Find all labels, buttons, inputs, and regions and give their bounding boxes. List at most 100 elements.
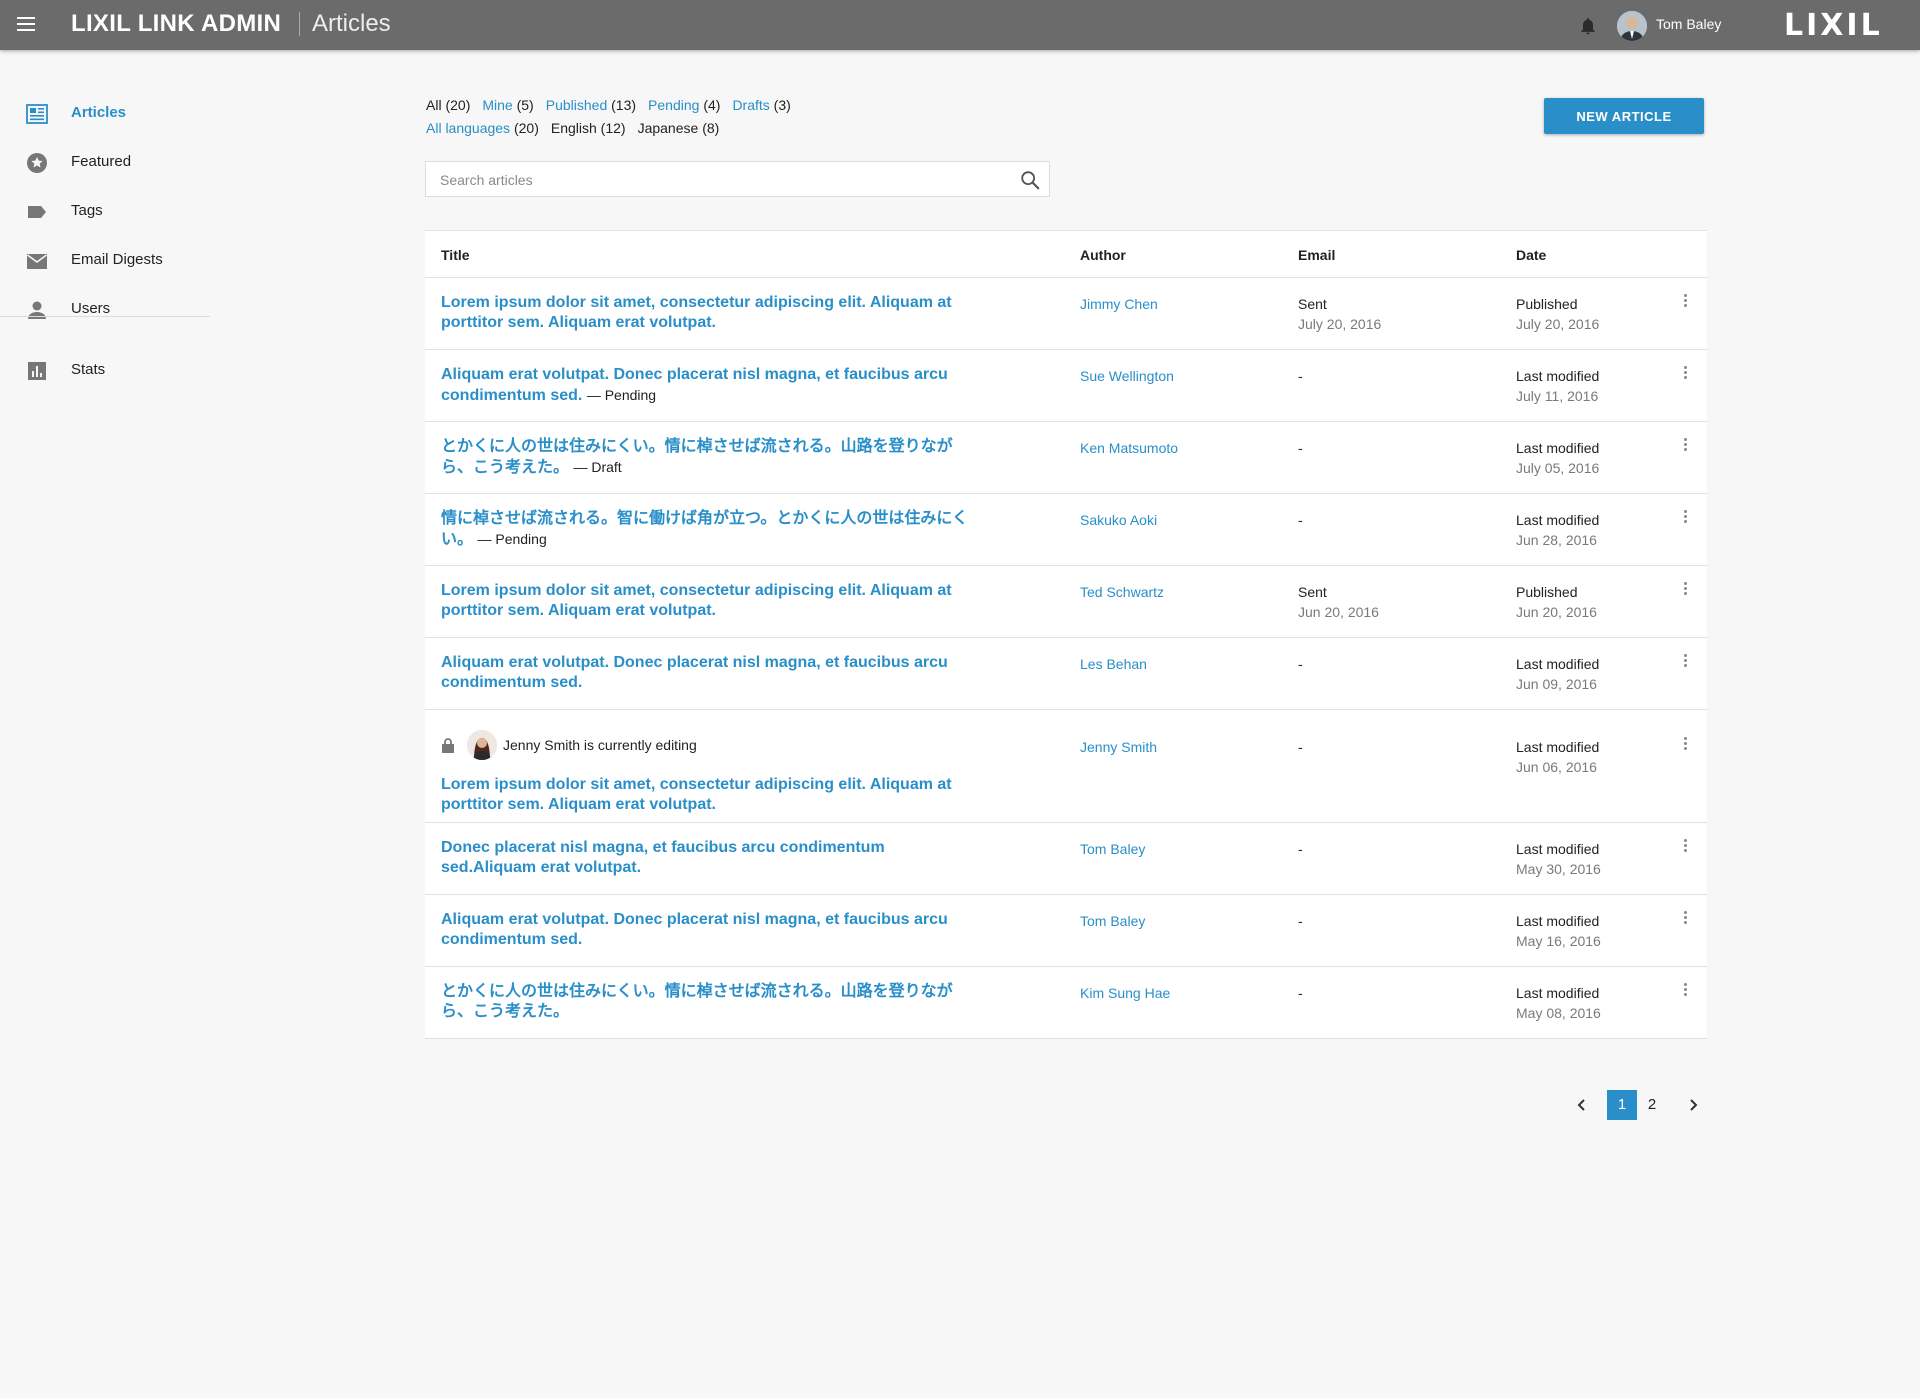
date-value: Jun 20, 2016 <box>1516 604 1597 620</box>
status-filter-label[interactable]: Published <box>546 97 608 113</box>
more-options-icon[interactable] <box>1680 293 1690 313</box>
sidebar-item-stats[interactable]: Stats <box>0 350 210 390</box>
sidebar-item-email-digests[interactable]: Email Digests <box>0 240 210 280</box>
language-filter-count: (12) <box>600 120 626 136</box>
sidebar-divider <box>0 316 210 317</box>
status-filter-all[interactable]: All (20) <box>426 97 470 113</box>
article-title-cell: Aliquam erat volutpat. Donec placerat ni… <box>441 365 981 406</box>
page-number-2[interactable]: 2 <box>1637 1090 1667 1120</box>
sidebar-item-featured[interactable]: Featured <box>0 142 210 182</box>
author-link[interactable]: Ted Schwartz <box>1080 583 1164 601</box>
date-value: Jun 09, 2016 <box>1516 676 1597 692</box>
page-number-1[interactable]: 1 <box>1607 1090 1637 1120</box>
language-filter-label[interactable]: Japanese <box>638 120 699 136</box>
user-icon <box>28 301 46 319</box>
title-divider <box>299 12 300 36</box>
table-row: Lorem ipsum dolor sit amet, consectetur … <box>425 566 1707 638</box>
sidebar-item-tags[interactable]: Tags <box>0 191 210 231</box>
email-status-cell: Sent Jun 20, 2016 <box>1298 582 1379 622</box>
status-filter-label[interactable]: Mine <box>482 97 512 113</box>
author-link[interactable]: Tom Baley <box>1080 840 1145 858</box>
column-header-date[interactable]: Date <box>1516 246 1546 264</box>
article-title-link[interactable]: Aliquam erat volutpat. Donec placerat ni… <box>441 911 948 948</box>
article-title-link[interactable]: Aliquam erat volutpat. Donec placerat ni… <box>441 366 948 404</box>
date-label: Last modified <box>1516 739 1600 755</box>
status-filter-label[interactable]: All <box>426 97 442 113</box>
date-cell: Last modified Jun 09, 2016 <box>1516 654 1599 694</box>
table-header: Title Author Email Date <box>425 231 1707 278</box>
more-options-icon[interactable] <box>1680 736 1690 756</box>
article-title-link[interactable]: Donec placerat nisl magna, et faucibus a… <box>441 839 885 876</box>
status-filter-label[interactable]: Drafts <box>732 97 769 113</box>
date-value: July 20, 2016 <box>1516 316 1600 332</box>
author-link[interactable]: Les Behan <box>1080 655 1147 673</box>
column-header-title[interactable]: Title <box>441 246 470 264</box>
more-options-icon[interactable] <box>1680 365 1690 385</box>
status-filter-drafts[interactable]: Drafts (3) <box>732 97 790 113</box>
email-icon <box>27 254 47 269</box>
more-options-icon[interactable] <box>1680 581 1690 601</box>
author-link[interactable]: Sakuko Aoki <box>1080 511 1157 529</box>
sidebar-item-articles[interactable]: Articles <box>0 93 210 133</box>
date-cell: Last modified July 05, 2016 <box>1516 438 1599 478</box>
new-article-button[interactable]: NEW ARTICLE <box>1544 98 1704 134</box>
search-icon[interactable] <box>1019 169 1041 191</box>
date-value: Jun 28, 2016 <box>1516 532 1597 548</box>
sidebar-item-users[interactable]: Users <box>0 289 210 329</box>
email-status-cell: - <box>1298 911 1303 931</box>
article-title-link[interactable]: Lorem ipsum dolor sit amet, consectetur … <box>441 294 952 331</box>
user-avatar[interactable] <box>1617 11 1647 41</box>
date-label: Last modified <box>1516 913 1600 929</box>
article-title-cell: Aliquam erat volutpat. Donec placerat ni… <box>441 653 981 693</box>
more-options-icon[interactable] <box>1680 838 1690 858</box>
table-row: とかくに人の世は住みにくい。情に棹させば流される。山路を登りながら、こう考えた。… <box>425 422 1707 494</box>
email-status-cell: - <box>1298 366 1303 386</box>
column-header-author[interactable]: Author <box>1080 246 1126 264</box>
language-filter-all-languages[interactable]: All languages (20) <box>426 120 539 136</box>
author-link[interactable]: Kim Sung Hae <box>1080 984 1170 1002</box>
table-row: Lorem ipsum dolor sit amet, consectetur … <box>425 278 1707 350</box>
hamburger-menu-icon[interactable] <box>14 13 38 37</box>
table-body: Lorem ipsum dolor sit amet, consectetur … <box>425 278 1707 1039</box>
column-header-email[interactable]: Email <box>1298 246 1335 264</box>
author-link[interactable]: Jenny Smith <box>1080 738 1157 756</box>
table-row: Aliquam erat volutpat. Donec placerat ni… <box>425 638 1707 710</box>
editor-photo-icon <box>467 730 497 760</box>
search-input[interactable] <box>440 170 1000 190</box>
article-title-link[interactable]: とかくに人の世は住みにくい。情に棹させば流される。山路を登りながら、こう考えた。 <box>441 983 953 1020</box>
article-title-link[interactable]: とかくに人の世は住みにくい。情に棹させば流される。山路を登りながら、こう考えた。 <box>441 438 953 476</box>
email-status-cell: - <box>1298 654 1303 674</box>
author-link[interactable]: Tom Baley <box>1080 912 1145 930</box>
author-link[interactable]: Ken Matsumoto <box>1080 439 1178 457</box>
previous-page-icon[interactable] <box>1573 1095 1591 1115</box>
status-filter-label[interactable]: Pending <box>648 97 699 113</box>
next-page-icon[interactable] <box>1684 1095 1702 1115</box>
page-title: Articles <box>312 10 391 37</box>
author-link[interactable]: Sue Wellington <box>1080 367 1174 385</box>
status-filter-mine[interactable]: Mine (5) <box>482 97 533 113</box>
author-link[interactable]: Jimmy Chen <box>1080 295 1158 313</box>
article-title-link[interactable]: Aliquam erat volutpat. Donec placerat ni… <box>441 654 948 691</box>
more-options-icon[interactable] <box>1680 509 1690 529</box>
notification-bell-icon[interactable] <box>1578 15 1598 37</box>
language-filter-label[interactable]: All languages <box>426 120 510 136</box>
email-status: - <box>1298 841 1303 857</box>
more-options-icon[interactable] <box>1680 910 1690 930</box>
more-options-icon[interactable] <box>1680 437 1690 457</box>
more-options-icon[interactable] <box>1680 653 1690 673</box>
table-row: 情に棹させば流される。智に働けば角が立つ。とかくに人の世は住みにくい。 — Pe… <box>425 494 1707 566</box>
email-date: Jun 20, 2016 <box>1298 604 1379 620</box>
language-filter-english[interactable]: English (12) <box>551 120 626 136</box>
email-status-cell: - <box>1298 438 1303 458</box>
more-options-icon[interactable] <box>1680 982 1690 1002</box>
app-title: LIXIL LINK ADMIN <box>71 10 282 37</box>
article-title-link[interactable]: Lorem ipsum dolor sit amet, consectetur … <box>441 776 952 813</box>
language-filter-label[interactable]: English <box>551 120 597 136</box>
user-name[interactable]: Tom Baley <box>1656 15 1721 33</box>
article-title-link[interactable]: Lorem ipsum dolor sit amet, consectetur … <box>441 582 952 619</box>
star-icon <box>27 153 47 173</box>
status-filter-published[interactable]: Published (13) <box>546 97 636 113</box>
sidebar-item-label: Stats <box>71 361 106 378</box>
status-filter-pending[interactable]: Pending (4) <box>648 97 720 113</box>
language-filter-japanese[interactable]: Japanese (8) <box>638 120 720 136</box>
